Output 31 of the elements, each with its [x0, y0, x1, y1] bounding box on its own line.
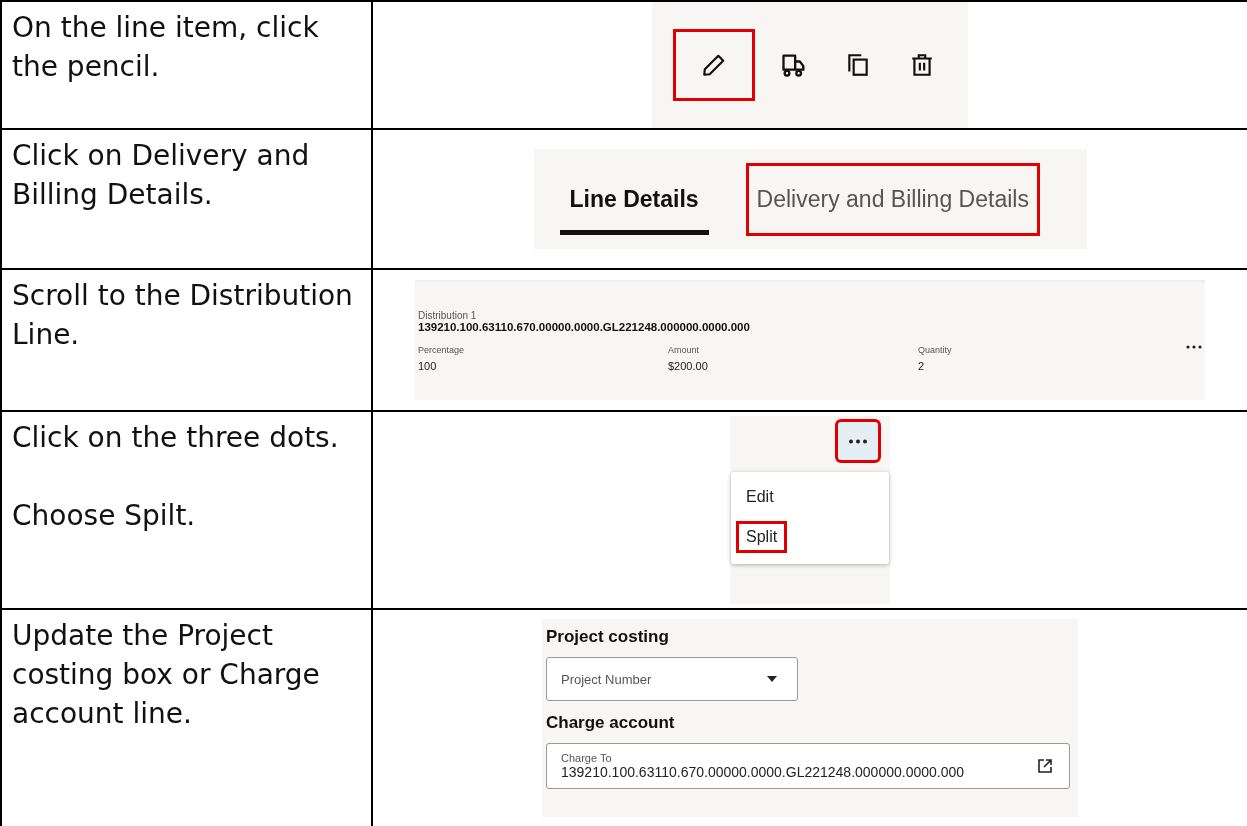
- instruction-text: Click on Delivery and Billing Details.: [12, 138, 311, 213]
- project-number-dropdown[interactable]: Project Number: [546, 657, 798, 701]
- instruction-text: Scroll to the Distribution Line.: [12, 278, 354, 353]
- menu-item[interactable]: Split: [739, 524, 785, 550]
- field-value: 2: [918, 360, 926, 372]
- instruction-text: Click on the three dots.: [12, 420, 340, 456]
- account-code: 139210.100.63110.670.00000.0000.GL221248.000000.0000.000: [418, 321, 751, 333]
- field-label: Percentage: [418, 345, 466, 355]
- tab[interactable]: Delivery and Billing Details: [748, 165, 1037, 233]
- menu-item[interactable]: Edit: [739, 484, 781, 510]
- tab[interactable]: Line Details: [559, 163, 709, 235]
- field-value: $200.00: [668, 360, 709, 372]
- trash-icon: [909, 52, 935, 78]
- more-icon[interactable]: [1186, 345, 1202, 349]
- section-heading: Project costing: [546, 627, 669, 647]
- field-label: Amount: [668, 345, 701, 355]
- pencil-button[interactable]: [676, 32, 752, 98]
- field-value: 100: [418, 360, 438, 372]
- field-label: Quantity: [918, 345, 953, 355]
- instruction-text: On the line item, click the pencil.: [12, 10, 320, 85]
- instruction-text: Update the Project costing box or Charge account line.: [12, 618, 321, 732]
- more-icon: [848, 438, 868, 444]
- section-heading: Charge account: [546, 713, 675, 733]
- external-link-icon[interactable]: [1037, 758, 1053, 774]
- charge-to-field[interactable]: Charge To 139210.100.63110.670.00000.0000.GL221248.000000.0000.000: [546, 743, 1070, 789]
- pencil-icon: [701, 52, 727, 78]
- distribution-caption: Distribution 1: [418, 310, 478, 321]
- caret-icon: [767, 676, 777, 682]
- instruction-text: Choose Spilt.: [12, 498, 197, 534]
- copy-icon: [845, 52, 871, 78]
- more-button[interactable]: [838, 422, 878, 460]
